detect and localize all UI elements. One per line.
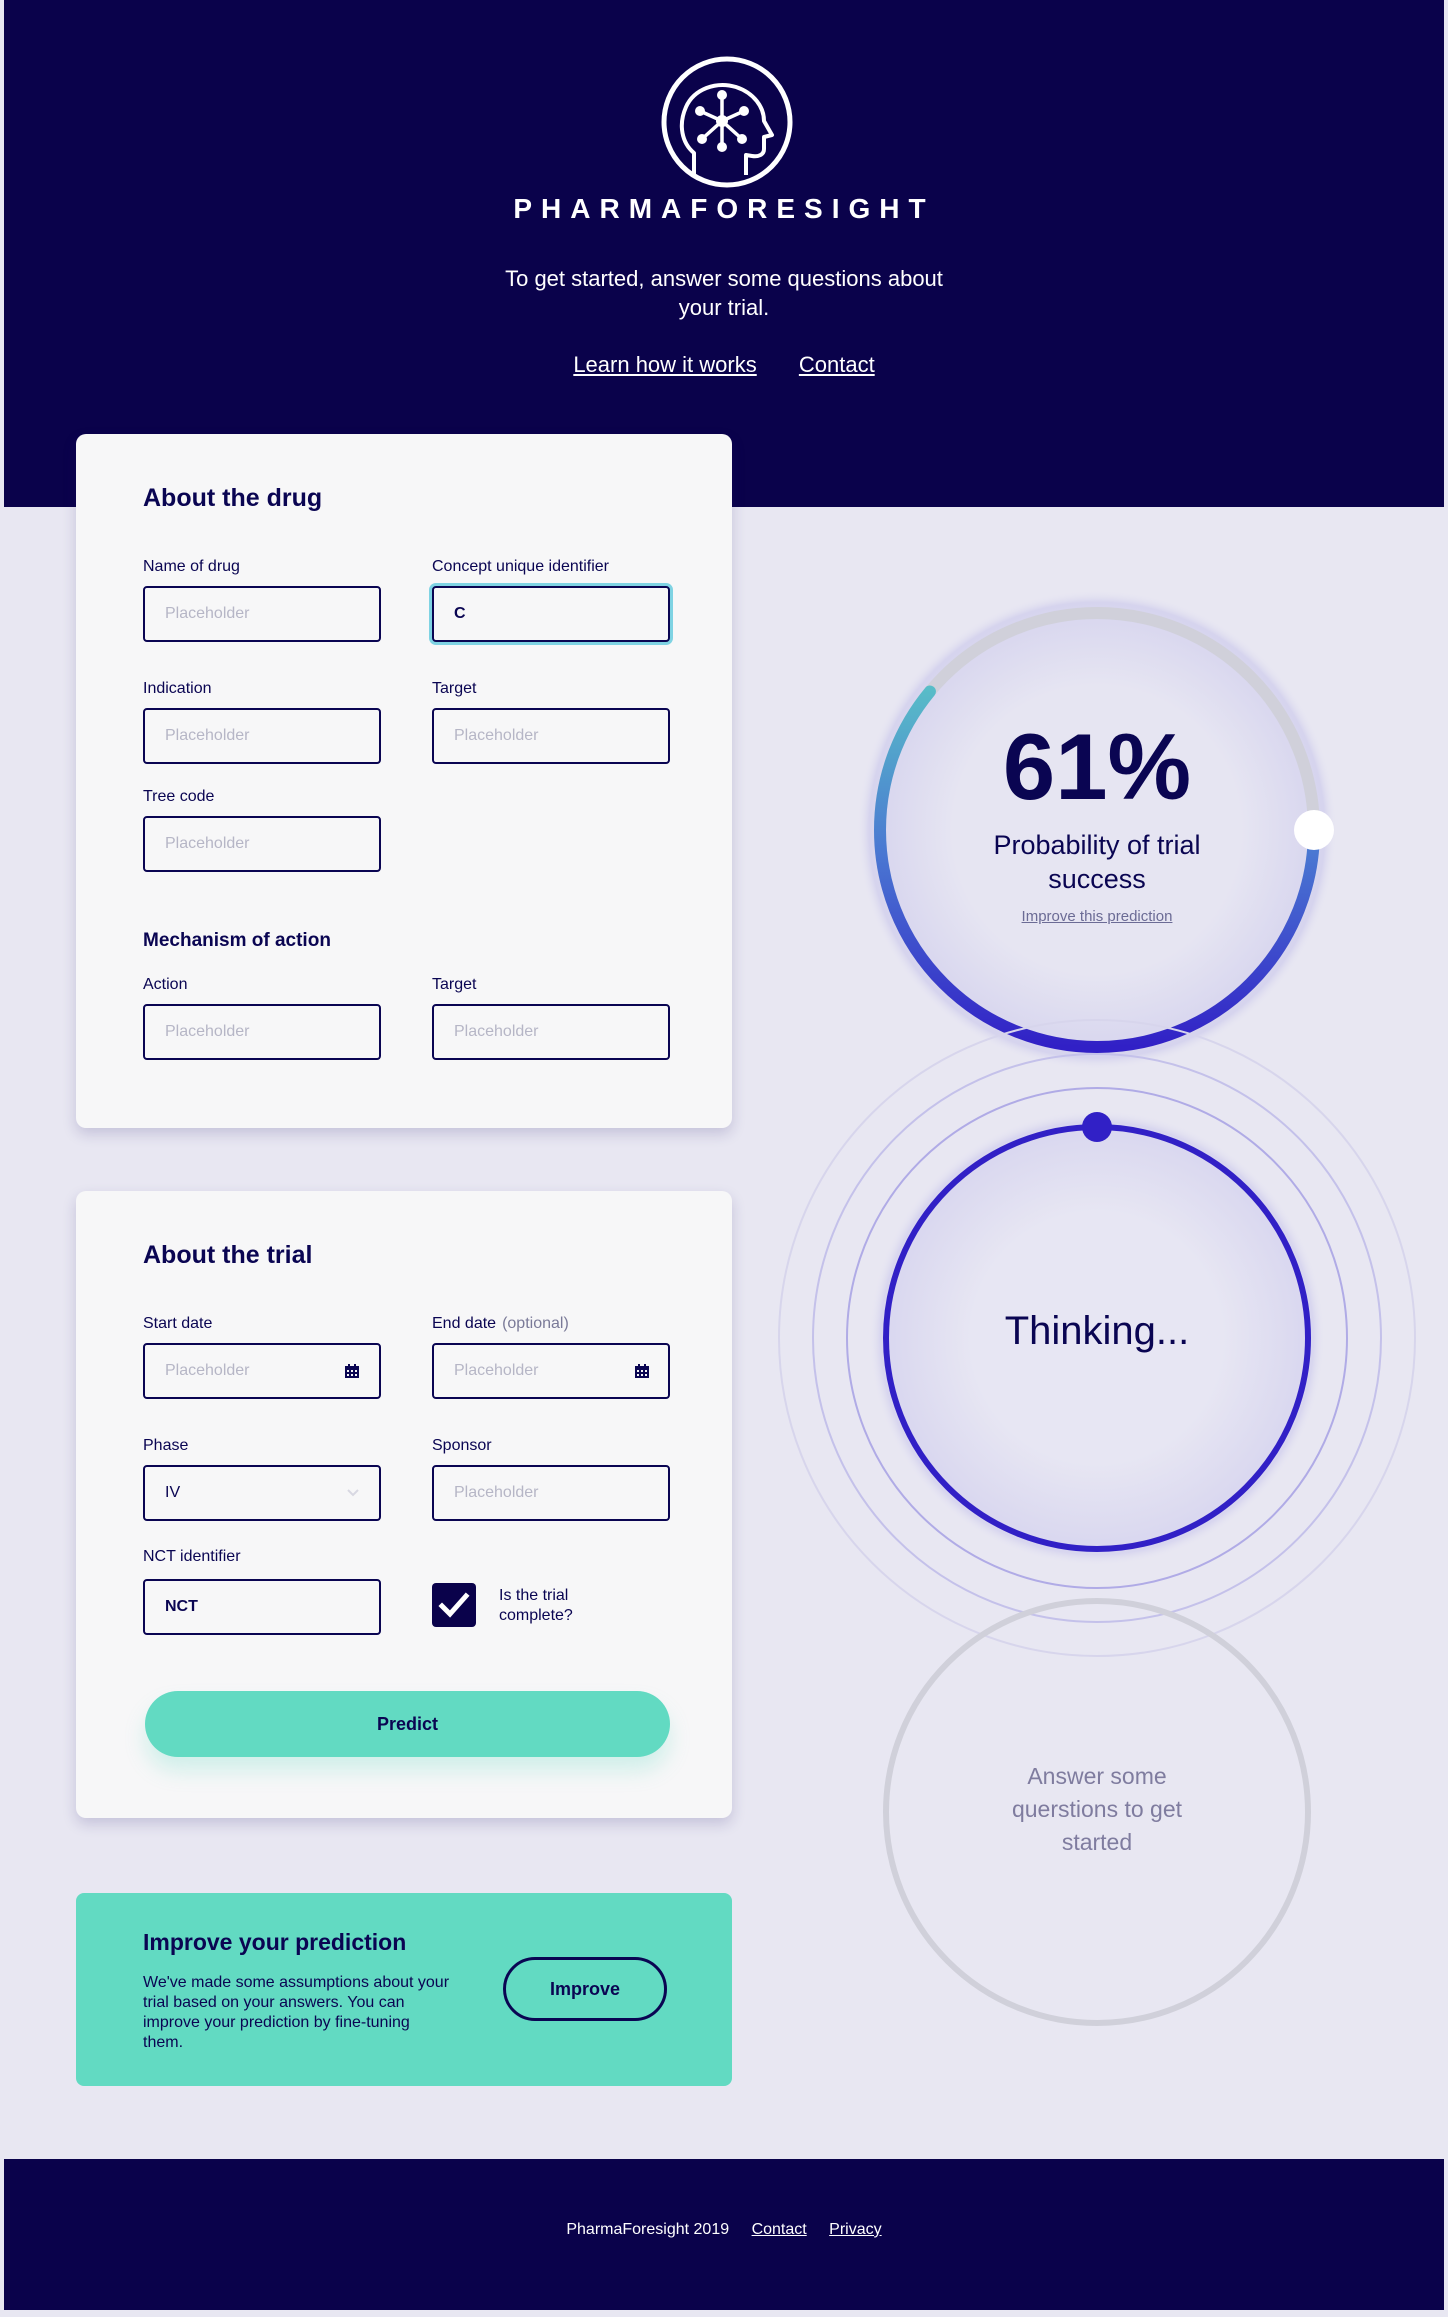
trial-card: About the trial Start date End date (opti… bbox=[76, 1191, 732, 1818]
cui-label: Concept unique identifier bbox=[432, 558, 610, 575]
trial-complete-label: Is the trial complete? bbox=[499, 1587, 573, 1624]
phase-value: IV bbox=[165, 1484, 181, 1501]
tagline: To get started, answer some questions ab… bbox=[505, 266, 943, 320]
page: PHARMAFORESIGHT To get started, answer s… bbox=[4, 0, 1444, 2310]
drug-card-title: About the drug bbox=[143, 484, 323, 512]
sponsor-input[interactable] bbox=[432, 1465, 670, 1521]
improve-prediction-link[interactable]: Improve this prediction bbox=[947, 908, 1247, 925]
empty-state-label: Answer some querstions to get started bbox=[1011, 1763, 1183, 1855]
moa-action-label: Action bbox=[143, 976, 188, 993]
end-date-label-text: End date bbox=[432, 1315, 497, 1332]
moa-title: Mechanism of action bbox=[143, 930, 331, 951]
thinking-label: Thinking... bbox=[1004, 1309, 1190, 1353]
header-nav: Learn how it works Contact bbox=[4, 352, 1444, 378]
learn-how-link[interactable]: Learn how it works bbox=[573, 352, 756, 377]
predict-button[interactable]: Predict bbox=[145, 1691, 670, 1757]
success-knob[interactable] bbox=[1294, 810, 1334, 850]
success-percent: 61% bbox=[1002, 714, 1192, 819]
phase-label: Phase bbox=[143, 1437, 189, 1454]
improve-card: Improve your prediction We've made some … bbox=[76, 1893, 732, 2086]
thinking-dot bbox=[1082, 1112, 1112, 1142]
improve-title: Improve your prediction bbox=[143, 1929, 407, 1955]
footer-contact-link[interactable]: Contact bbox=[752, 2221, 807, 2238]
chevron-down-icon bbox=[347, 1489, 359, 1497]
calendar-icon[interactable] bbox=[634, 1363, 650, 1379]
tree-code-input[interactable] bbox=[143, 816, 381, 872]
checkmark-icon bbox=[438, 1592, 470, 1618]
end-date-label: End date (optional) bbox=[432, 1315, 569, 1333]
moa-action-input[interactable] bbox=[143, 1004, 381, 1060]
target-input[interactable] bbox=[432, 708, 670, 764]
footer-privacy-link[interactable]: Privacy bbox=[829, 2221, 881, 2238]
trial-card-title: About the trial bbox=[143, 1241, 313, 1269]
footer: PharmaForesight 2019 Contact Privacy bbox=[4, 2159, 1444, 2310]
header-contact-link[interactable]: Contact bbox=[799, 352, 875, 377]
start-date-label: Start date bbox=[143, 1315, 213, 1332]
improve-text: We've made some assumptions about your t… bbox=[143, 1974, 450, 2051]
sponsor-label: Sponsor bbox=[432, 1437, 492, 1454]
moa-target-label: Target bbox=[432, 976, 477, 993]
improve-button[interactable]: Improve bbox=[503, 1957, 667, 2021]
indication-label: Indication bbox=[143, 680, 212, 697]
footer-copyright: PharmaForesight 2019 bbox=[566, 2221, 730, 2238]
nct-input[interactable] bbox=[143, 1579, 381, 1635]
nct-label: NCT identifier bbox=[143, 1548, 241, 1565]
name-of-drug-input[interactable] bbox=[143, 586, 381, 642]
drug-card: About the drug Name of drug Concept uniq… bbox=[76, 434, 732, 1128]
phase-select[interactable]: IV bbox=[143, 1465, 381, 1521]
trial-complete-checkbox[interactable] bbox=[432, 1583, 476, 1627]
brain-logo-icon bbox=[661, 56, 793, 188]
optional-hint: (optional) bbox=[502, 1315, 569, 1332]
footer-row: PharmaForesight 2019 Contact Privacy bbox=[4, 2221, 1444, 2239]
header: PHARMAFORESIGHT To get started, answer s… bbox=[4, 0, 1444, 507]
tree-code-label: Tree code bbox=[143, 788, 215, 805]
target-label: Target bbox=[432, 680, 477, 697]
brand-name: PHARMAFORESIGHT bbox=[513, 193, 935, 224]
success-label: Probability of trial success bbox=[993, 830, 1201, 894]
calendar-icon[interactable] bbox=[344, 1363, 360, 1379]
cui-input[interactable] bbox=[432, 586, 670, 642]
name-of-drug-label: Name of drug bbox=[143, 558, 240, 575]
indication-input[interactable] bbox=[143, 708, 381, 764]
moa-target-input[interactable] bbox=[432, 1004, 670, 1060]
